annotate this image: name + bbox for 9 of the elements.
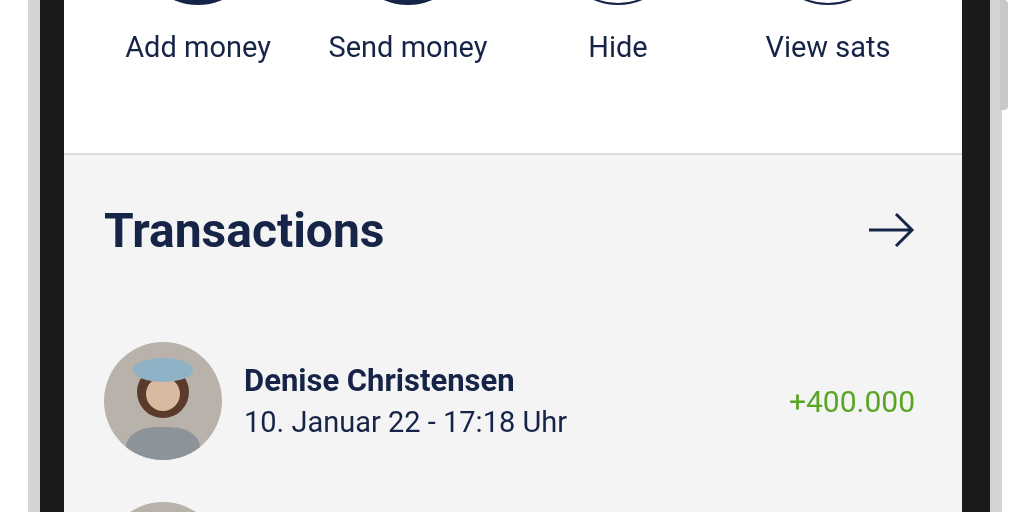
action-label[interactable]: Hide <box>588 30 648 64</box>
arrow-right-icon[interactable] <box>867 212 915 248</box>
contact-name: Denise Christensen <box>244 361 516 401</box>
action-label[interactable]: View sats <box>765 30 891 64</box>
action-label[interactable]: Send money <box>328 30 488 64</box>
transaction-amount: +400.000 <box>788 383 915 419</box>
section-title: Transactions <box>104 201 385 259</box>
action-label[interactable]: Add money <box>125 30 271 64</box>
transaction-date: 10. Januar 22 - 17:18 Uhr <box>244 404 569 441</box>
